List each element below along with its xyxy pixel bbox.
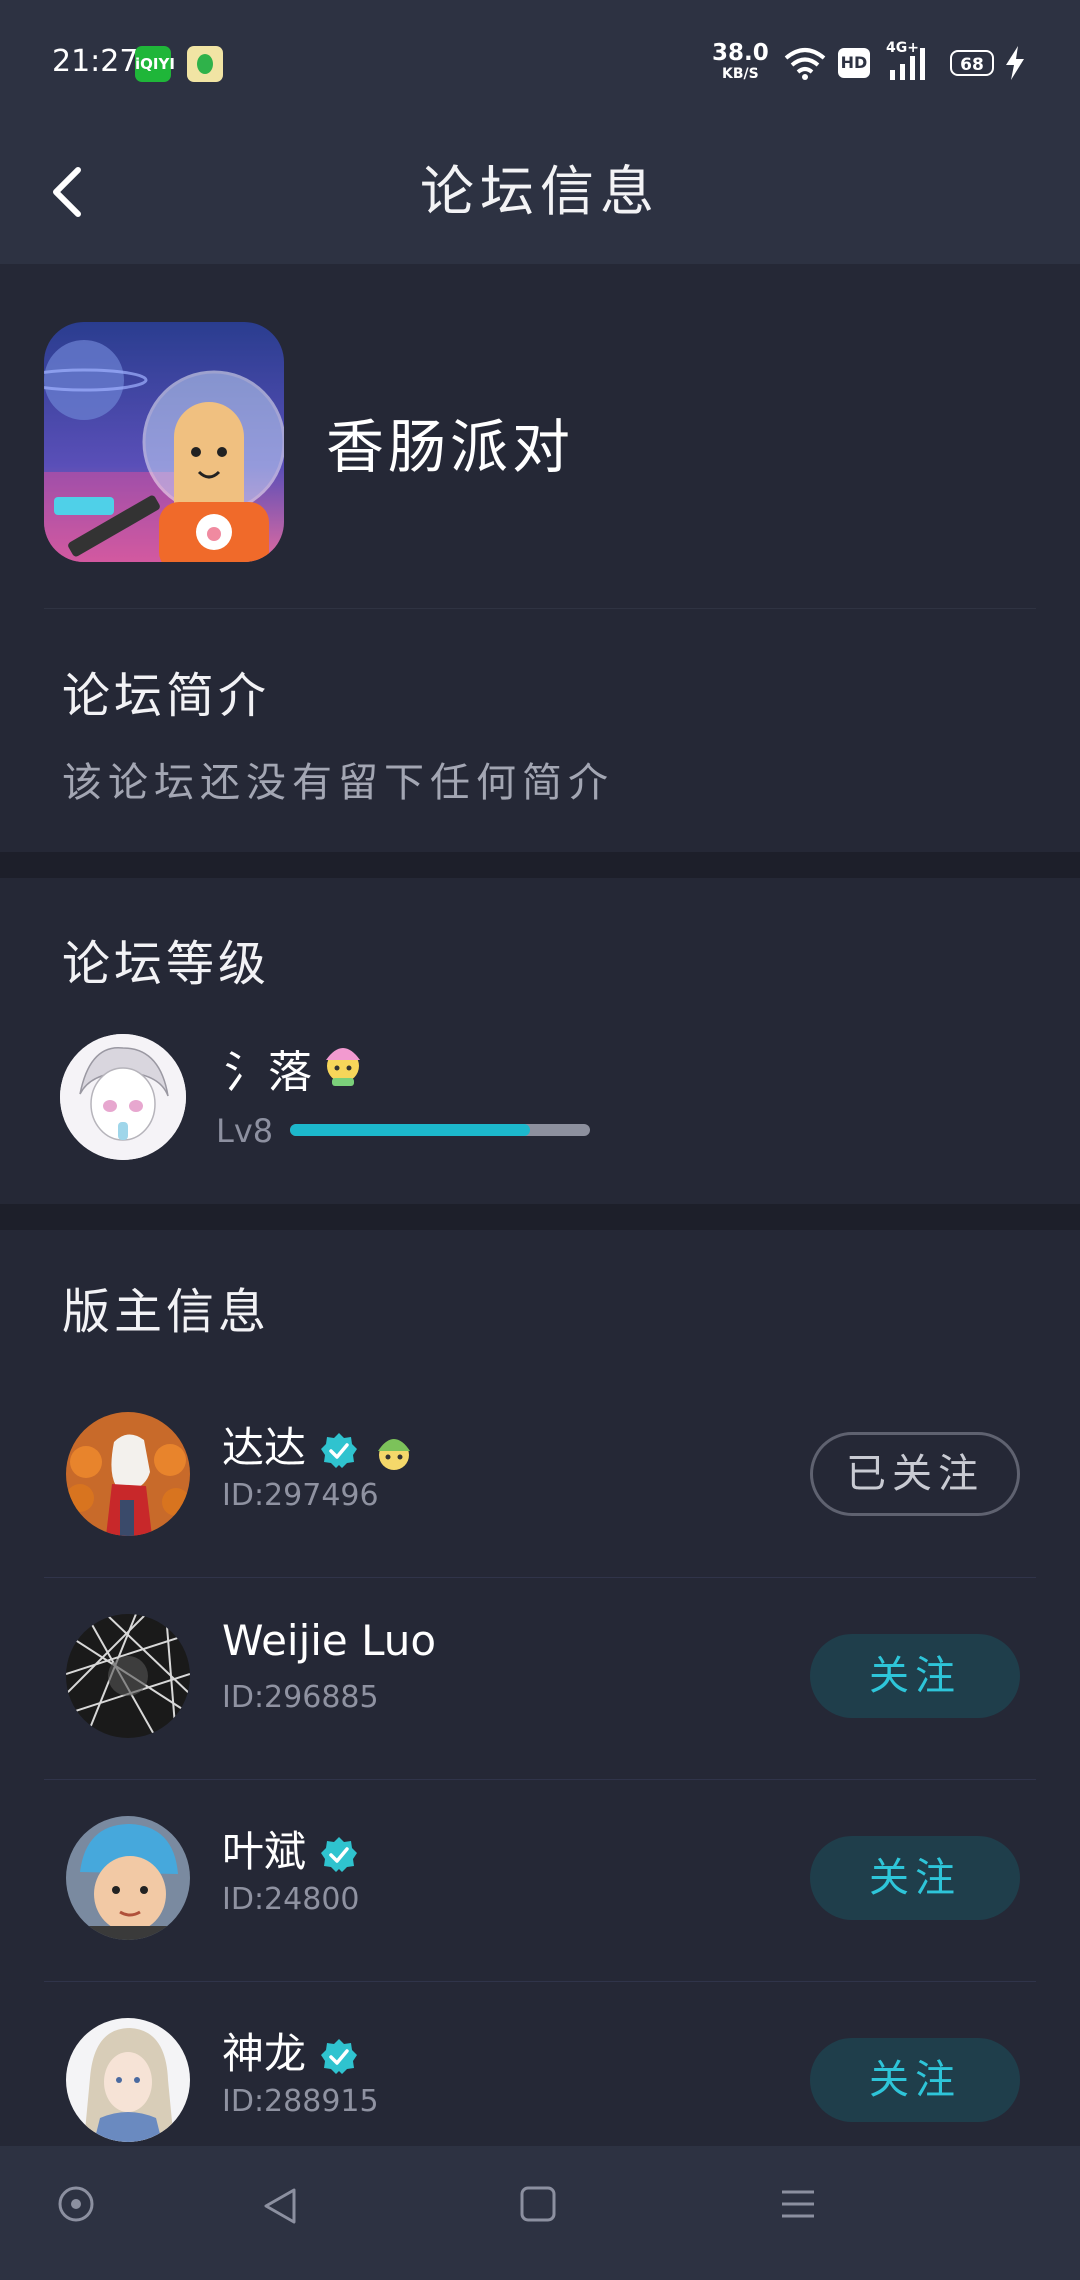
menu-icon[interactable]	[778, 2184, 818, 2224]
moderator-name-text: 达达	[222, 1423, 307, 1472]
level-progress-fill	[290, 1124, 530, 1136]
divider	[44, 608, 1036, 609]
moderator-row[interactable]: 叶斌 ID:24800 关注	[0, 1780, 1080, 1982]
moderator-id: ID:24800	[222, 1882, 360, 1917]
moderators-title: 版主信息	[62, 1284, 271, 1340]
moderator-avatar[interactable]	[66, 1412, 190, 1536]
status-bar: 21:27 iQIYI 38.0 KB/S HD 4G+ 68	[0, 0, 1080, 120]
forum-name: 香肠派对	[326, 413, 575, 481]
verified-icon	[321, 1432, 358, 1468]
network-speed-value: 38.0	[712, 40, 769, 66]
moderator-name[interactable]: 叶斌	[222, 1818, 358, 1879]
system-nav-bar	[0, 2146, 1080, 2280]
network-speed-unit: KB/S	[722, 66, 759, 82]
status-time: 21:27	[52, 44, 139, 79]
moderator-name[interactable]: 达达	[222, 1414, 416, 1475]
moderator-name[interactable]: 神龙	[222, 2020, 358, 2081]
section-separator	[0, 1204, 1080, 1230]
intro-text: 该论坛还没有留下任何简介	[62, 760, 614, 806]
hd-voice-icon: HD	[838, 48, 870, 78]
level-title: 论坛等级	[62, 936, 271, 992]
back-triangle-icon[interactable]	[258, 2184, 302, 2228]
network-type-label: 4G+	[886, 40, 919, 56]
follow-button[interactable]: 关注	[810, 1836, 1020, 1920]
follow-button[interactable]: 关注	[810, 2038, 1020, 2122]
moderator-name-text: 神龙	[222, 2029, 307, 2078]
moderator-id: ID:296885	[222, 1680, 379, 1715]
moderator-name[interactable]: Weijie Luo	[222, 1616, 436, 1665]
moderator-avatar[interactable]	[66, 1816, 190, 1940]
signal-icon: 4G+	[886, 40, 932, 86]
wifi-icon	[784, 48, 826, 80]
moderator-row[interactable]: 达达 ID:297496 已关注	[0, 1376, 1080, 1578]
battery-icon: 68	[950, 50, 994, 76]
verified-icon	[321, 1836, 358, 1872]
intro-title: 论坛简介	[62, 668, 271, 724]
verified-icon	[321, 2038, 358, 2074]
moderator-row[interactable]: Weijie Luo ID:296885 关注	[0, 1578, 1080, 1780]
network-speed: 38.0 KB/S	[712, 40, 769, 82]
moderator-id: ID:297496	[222, 1478, 379, 1513]
section-separator	[0, 852, 1080, 878]
forum-icon	[44, 322, 284, 562]
qq-music-app-icon	[187, 46, 223, 82]
home-square-icon[interactable]	[518, 2184, 558, 2224]
moderator-name-text: Weijie Luo	[222, 1616, 437, 1665]
header-bar: 论坛信息	[0, 120, 1080, 264]
moderator-id: ID:288915	[222, 2084, 379, 2119]
follow-button[interactable]: 关注	[810, 1634, 1020, 1718]
level-user-avatar[interactable]	[60, 1034, 186, 1160]
followed-button[interactable]: 已关注	[810, 1432, 1020, 1516]
level-label: Lv8	[216, 1112, 274, 1150]
moderator-avatar[interactable]	[66, 1614, 190, 1738]
moderator-name-text: 叶斌	[222, 1827, 307, 1876]
iqiyi-app-icon: iQIYI	[135, 46, 175, 82]
user-badge-icon	[320, 1036, 366, 1090]
level-user-name[interactable]: 氵落	[224, 1036, 312, 1100]
home-circle-icon[interactable]	[56, 2184, 96, 2224]
user-badge-icon	[378, 1438, 411, 1470]
charging-bolt-icon	[1006, 46, 1024, 80]
moderator-avatar[interactable]	[66, 2018, 190, 2142]
level-progress-bar	[290, 1124, 590, 1136]
page-title: 论坛信息	[420, 160, 660, 223]
